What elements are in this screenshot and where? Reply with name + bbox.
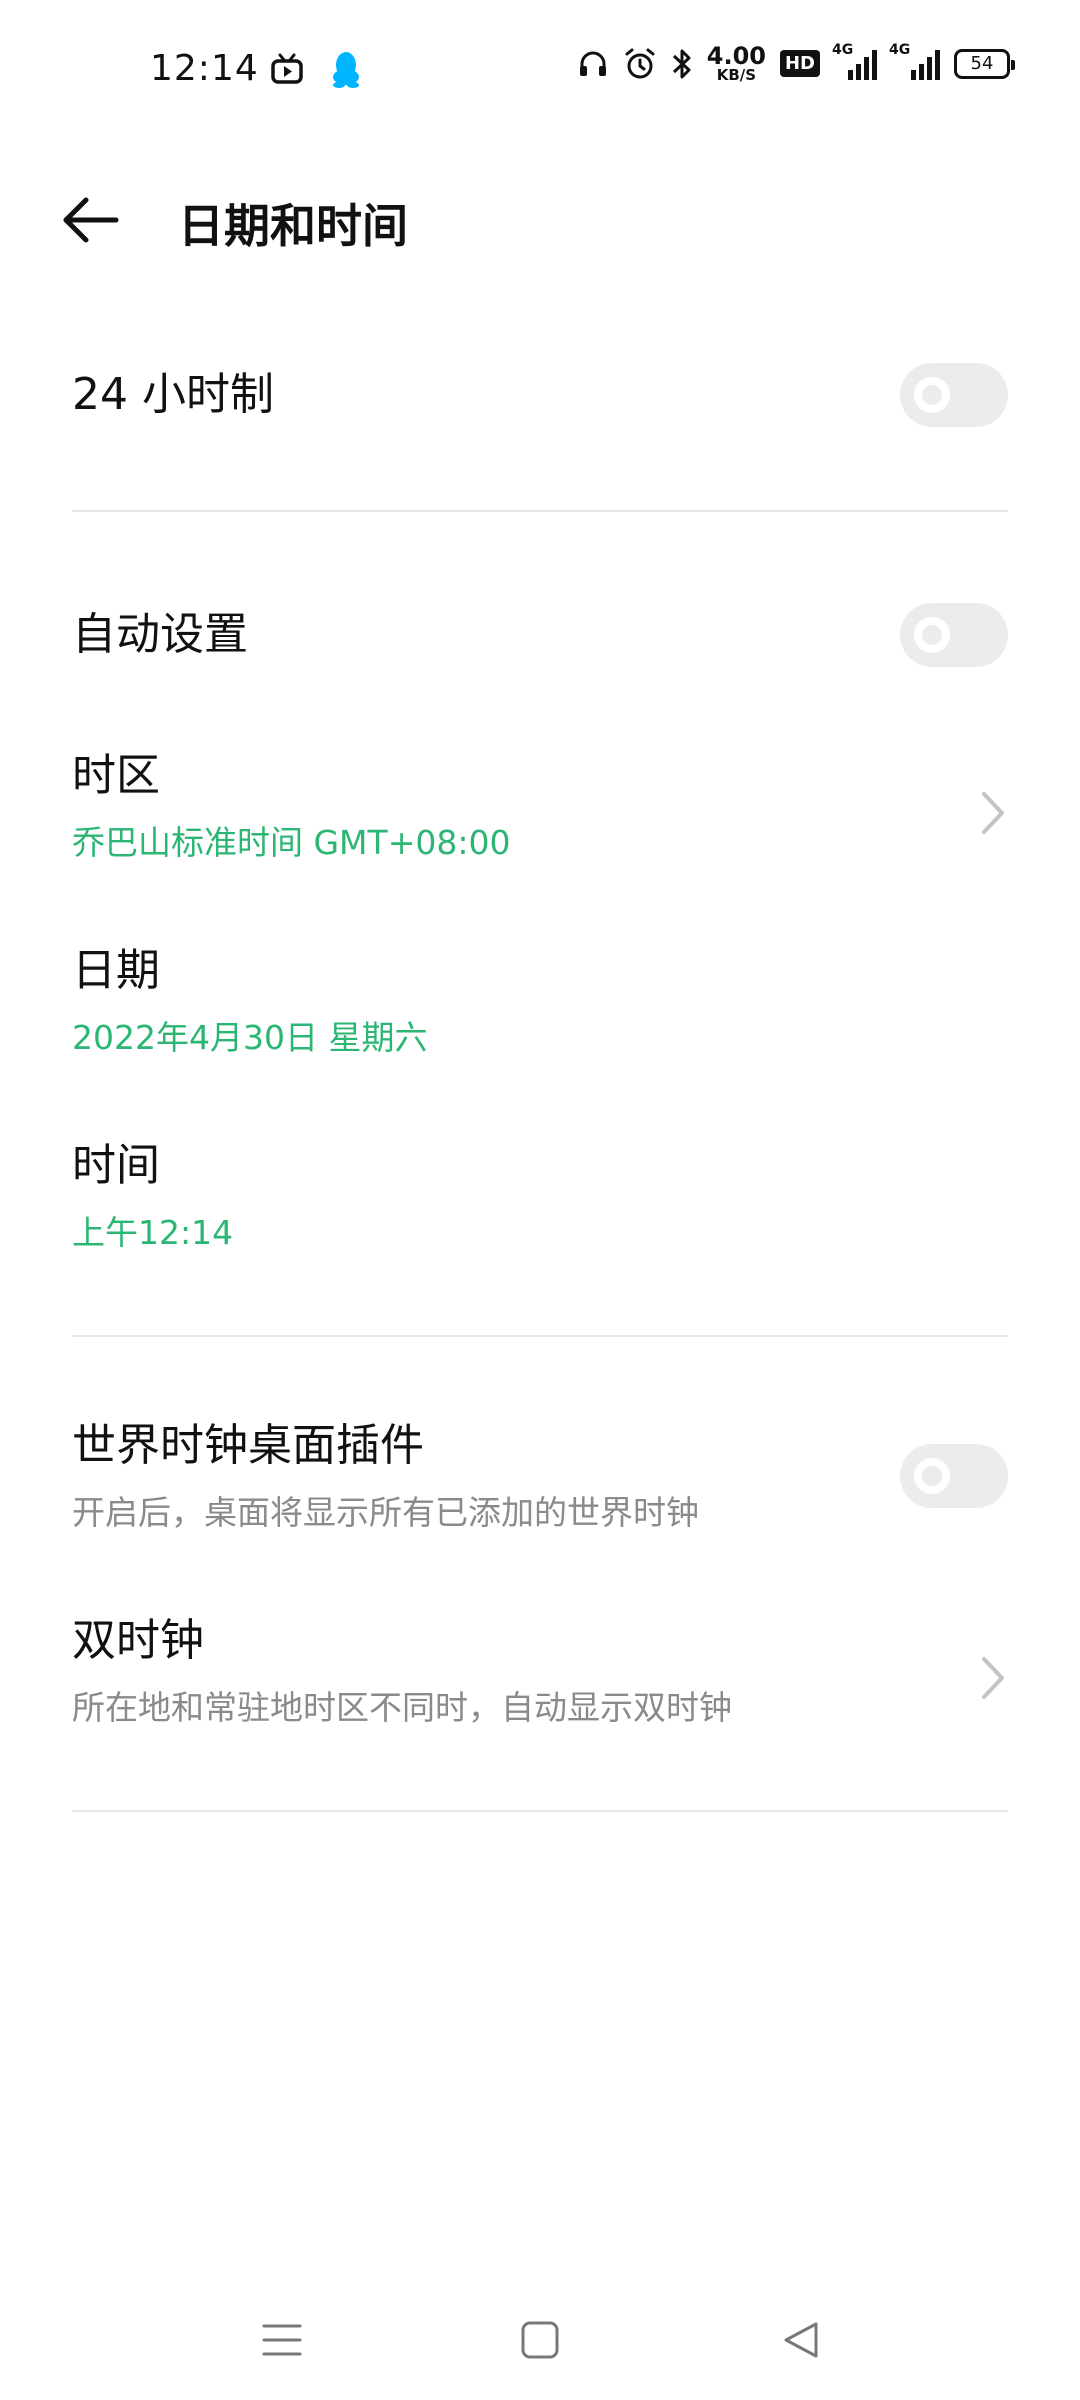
page-title: 日期和时间 [178,199,408,253]
date-label: 日期 [72,945,160,996]
hd-voice-badge: HD [779,50,820,77]
bilibili-icon [270,53,304,85]
network-speed: 4.00 KB/S [706,42,766,84]
divider [72,1335,1008,1337]
dual-clock-row[interactable]: 双时钟 所在地和常驻地时区不同时，自动显示双时钟 [72,1615,1008,1740]
world-clock-widget-toggle[interactable] [900,1444,1008,1508]
system-nav-bar [0,2300,1080,2380]
home-square-icon [521,2321,559,2359]
time-value: 上午12:14 [72,1212,234,1252]
date-time-settings-screen: 12:14 4.00 KB/S HD 4G 4G 54 日期和时间 24 小时制… [0,0,1080,2400]
world-clock-widget-label: 世界时钟桌面插件 [72,1420,424,1471]
menu-icon [262,2324,302,2356]
battery-level: 54 [970,53,994,74]
auto-set-label: 自动设置 [72,609,248,660]
auto-set-row[interactable]: 自动设置 [72,595,1008,675]
app-header: 日期和时间 [0,170,1080,270]
divider [72,510,1008,512]
world-clock-widget-description: 开启后，桌面将显示所有已添加的世界时钟 [72,1492,699,1532]
bluetooth-icon [671,47,693,81]
arrow-left-icon [63,197,119,243]
dual-clock-description: 所在地和常驻地时区不同时，自动显示双时钟 [72,1687,732,1727]
back-button[interactable] [60,190,124,250]
back-triangle-icon [784,2322,818,2358]
menu-button[interactable] [252,2310,312,2370]
alarm-icon [623,47,657,81]
date-row[interactable]: 日期 2022年4月30日 星期六 [72,945,1008,1070]
time-label: 时间 [72,1140,160,1191]
status-bar: 12:14 4.00 KB/S HD 4G 4G 54 [0,0,1080,140]
status-time: 12:14 [150,48,259,89]
hour24-label: 24 小时制 [72,369,274,420]
signal-sim1-icon: 4G [832,42,877,80]
timezone-label: 时区 [72,750,160,801]
date-value: 2022年4月30日 星期六 [72,1017,428,1057]
nav-back-button[interactable] [772,2310,832,2370]
chevron-right-icon [982,1657,1004,1699]
toggle-knob [914,617,950,653]
divider [72,1810,1008,1812]
world-clock-widget-row[interactable]: 世界时钟桌面插件 开启后，桌面将显示所有已添加的世界时钟 [72,1420,1008,1545]
signal-sim2-icon: 4G [889,42,940,80]
toggle-knob [914,377,950,413]
time-row[interactable]: 时间 上午12:14 [72,1140,1008,1265]
headphones-icon [577,48,609,80]
qq-penguin-icon [330,50,362,88]
hour24-toggle[interactable] [900,363,1008,427]
chevron-right-icon [982,792,1004,834]
toggle-knob [914,1458,950,1494]
dual-clock-label: 双时钟 [72,1615,204,1666]
timezone-value: 乔巴山标准时间 GMT+08:00 [72,822,511,862]
battery-icon: 54 [954,48,1015,79]
auto-set-toggle[interactable] [900,603,1008,667]
home-button[interactable] [510,2310,570,2370]
timezone-row[interactable]: 时区 乔巴山标准时间 GMT+08:00 [72,750,1008,875]
hour24-row[interactable]: 24 小时制 [72,355,1008,435]
